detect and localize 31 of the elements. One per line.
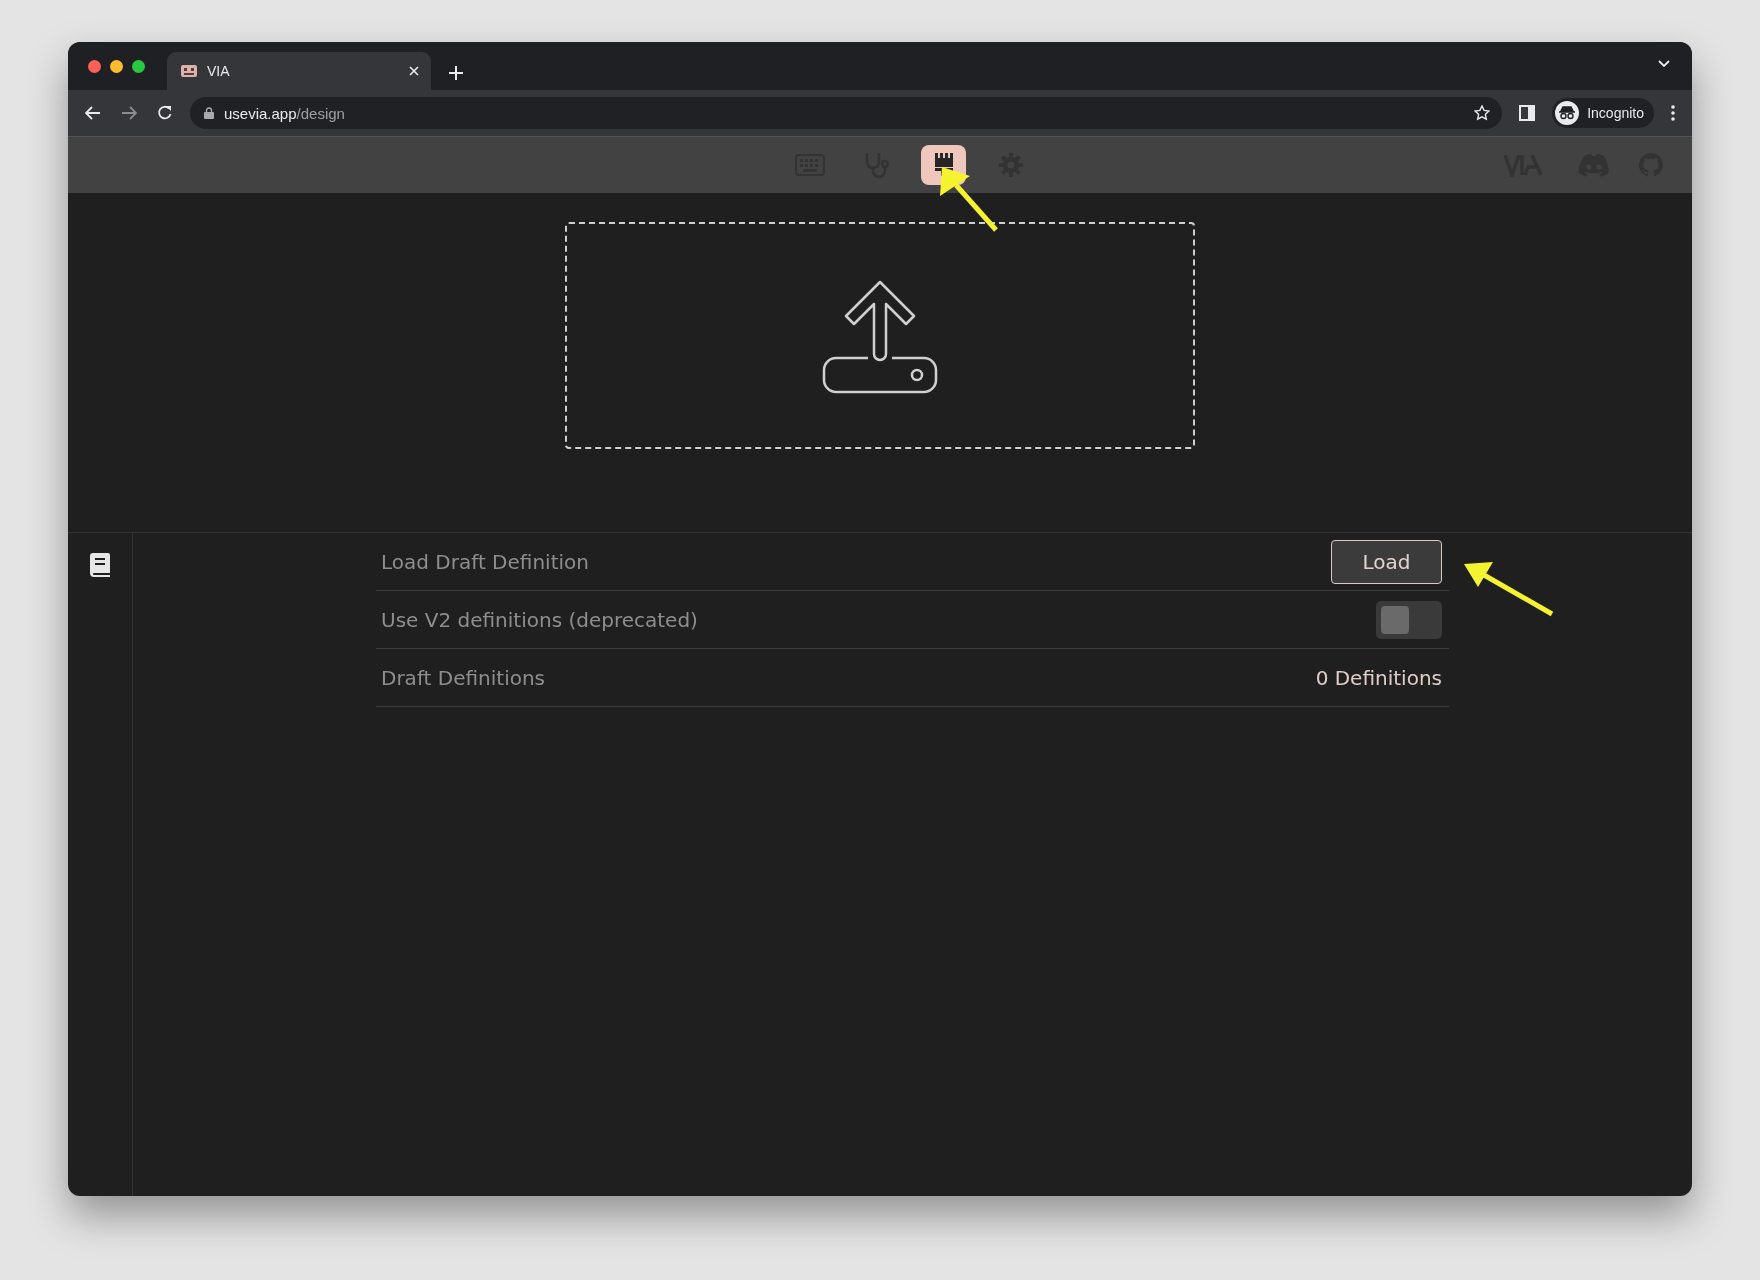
keyboard-favicon-icon	[181, 65, 197, 77]
incognito-profile-button[interactable]: Incognito	[1552, 98, 1654, 128]
browser-menu-button[interactable]	[1668, 102, 1678, 124]
minimize-window-button[interactable]	[110, 59, 123, 73]
close-tab-icon[interactable]	[409, 66, 419, 76]
address-bar[interactable]: usevia.app/design	[190, 97, 1503, 129]
definitions-count: 0 Definitions	[1315, 665, 1442, 690]
star-icon[interactable]	[1474, 105, 1491, 121]
incognito-icon	[1558, 106, 1577, 120]
annotation-arrow	[940, 167, 998, 232]
setting-label: Draft Definitions	[381, 665, 546, 690]
close-window-button[interactable]	[88, 59, 101, 73]
side-panel-icon	[1519, 105, 1536, 121]
lock-icon	[204, 107, 214, 119]
new-tab-button[interactable]	[447, 64, 465, 82]
setting-label: Load Draft Definition	[381, 549, 589, 574]
setting-label: Use V2 definitions (deprecated)	[381, 607, 698, 632]
plus-icon	[449, 66, 463, 80]
reload-icon	[157, 105, 173, 121]
load-button[interactable]: Load	[1331, 539, 1442, 584]
toggle-switch[interactable]	[1376, 600, 1442, 639]
file-drop-zone[interactable]	[565, 222, 1195, 449]
zoom-window-button[interactable]	[132, 59, 145, 73]
browser-tab[interactable]: VIA	[167, 52, 431, 90]
url-text: usevia.app/design	[224, 104, 346, 122]
more-vertical-icon	[1671, 105, 1675, 121]
tab-search-chevron-icon[interactable]	[1658, 60, 1670, 68]
forward-arrow-icon	[121, 106, 137, 120]
back-arrow-icon	[85, 106, 101, 120]
book-icon[interactable]	[90, 553, 110, 577]
tab-title: VIA	[207, 63, 231, 79]
